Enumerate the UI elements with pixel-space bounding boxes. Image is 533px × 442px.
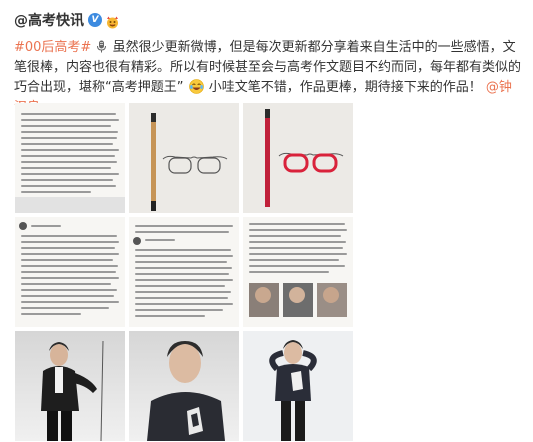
hot-flame-icon	[105, 14, 120, 28]
topic-hashtag-link[interactable]: #00后高考#	[14, 40, 91, 55]
image-4-text-screenshot[interactable]	[15, 217, 125, 327]
image-9-photo-man-heart-hands[interactable]	[243, 331, 353, 441]
post-header: @高考快讯 V	[14, 9, 120, 31]
image-5-text-screenshot[interactable]	[129, 217, 239, 327]
image-8-photo-man-sweater-closeup[interactable]	[129, 331, 239, 441]
image-1-text-screenshot[interactable]	[15, 103, 125, 213]
verified-badge-icon: V	[88, 13, 102, 27]
image-7-photo-man-black-jacket[interactable]	[15, 331, 125, 441]
laughing-tears-emoji-icon	[188, 79, 204, 94]
image-2-glasses-sketch[interactable]	[129, 103, 239, 213]
microphone-icon	[96, 40, 107, 53]
image-6-text-screenshot-with-photos[interactable]	[243, 217, 353, 327]
image-3-red-glasses-sketch[interactable]	[243, 103, 353, 213]
post-text-part2: 小哇文笔不错，作品更棒，期待接下来的作品！	[208, 80, 482, 95]
author-name[interactable]: @高考快讯	[14, 10, 84, 30]
